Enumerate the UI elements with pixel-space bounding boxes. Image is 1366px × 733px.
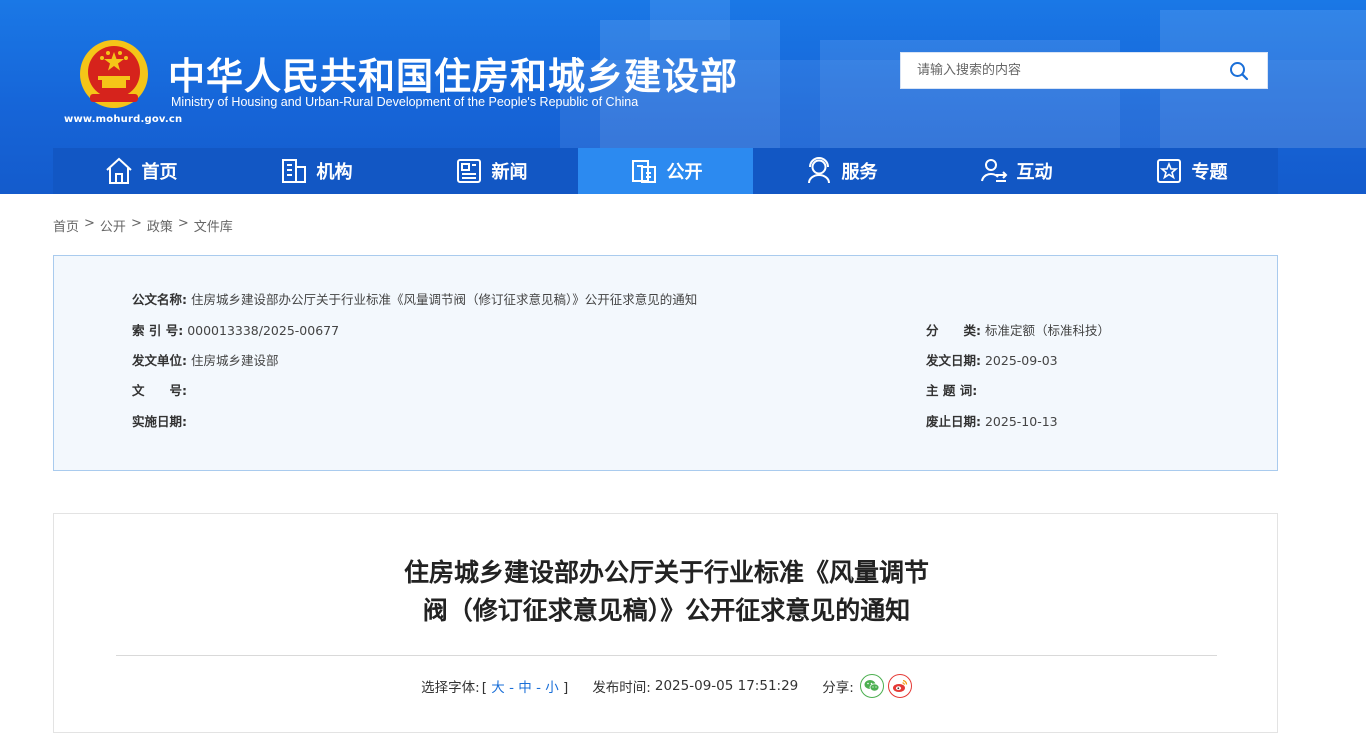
- category-value: 标准定额（标准科技）: [984, 323, 1110, 338]
- document-info-panel: 公文名称: 住房城乡建设部办公厅关于行业标准《风量调节阀（修订征求意见稿）》公开…: [53, 255, 1278, 471]
- disclosure-icon: [631, 160, 656, 183]
- category-label: 分 类:: [926, 323, 981, 338]
- doc-name-row: 公文名称: 住房城乡建设部办公厅关于行业标准《风量调节阀（修订征求意见稿）》公开…: [132, 289, 697, 308]
- article-container: 住房城乡建设部办公厅关于行业标准《风量调节 阀（修订征求意见稿）》公开征求意见的…: [53, 513, 1278, 733]
- font-size-label: 选择字体:: [421, 680, 480, 696]
- index-row: 索 引 号: 000013338/2025-00677: [132, 320, 339, 339]
- issue-date-label: 发文日期:: [926, 353, 981, 368]
- breadcrumb-separator: >: [84, 216, 95, 231]
- breadcrumb: 首页 > 公开 > 政策 > 文件库: [53, 216, 233, 235]
- keywords-label: 主 题 词:: [926, 383, 978, 398]
- nav-item-news[interactable]: 新闻: [403, 148, 578, 194]
- share-section: 分享:: [822, 674, 912, 698]
- doc-name-value: 住房城乡建设部办公厅关于行业标准《风量调节阀（修订征求意见稿）》公开征求意见的通…: [190, 292, 698, 307]
- site-url: www.mohurd.gov.cn: [64, 114, 183, 125]
- font-large-button[interactable]: 大: [491, 680, 505, 696]
- news-icon: [456, 159, 481, 183]
- nav-item-label: 服务: [841, 162, 878, 183]
- font-small-button[interactable]: 小: [545, 680, 559, 696]
- article-title-line: 住房城乡建设部办公厅关于行业标准《风量调节: [403, 558, 929, 587]
- home-icon: [105, 157, 132, 184]
- issue-date-value: 2025-09-03: [984, 353, 1058, 368]
- issuer-row: 发文单位: 住房城乡建设部: [132, 350, 279, 369]
- doc-no-row: 文 号:: [132, 380, 187, 399]
- article-title-line: 阀（修订征求意见稿）》公开征求意见的通知: [422, 596, 911, 625]
- site-title: 中华人民共和国住房和城乡建设部: [168, 55, 738, 98]
- breadcrumb-library[interactable]: 文件库: [194, 216, 233, 235]
- nav-item-label: 机构: [316, 162, 353, 183]
- doc-no-label: 文 号:: [132, 383, 187, 398]
- keywords-row: 主 题 词:: [926, 380, 977, 399]
- search-input[interactable]: [901, 53, 1221, 88]
- building-icon: [281, 159, 306, 183]
- nav-item-label: 公开: [666, 162, 703, 183]
- font-size-control: [ 大 - 中 - 小 ]: [482, 676, 569, 696]
- effective-label: 实施日期:: [132, 414, 187, 429]
- effective-row: 实施日期:: [132, 411, 187, 430]
- nav-item-disclosure[interactable]: 公开: [578, 148, 753, 194]
- expire-label: 废止日期:: [926, 414, 981, 429]
- main-nav: 首页 机构 新闻 公开 服务 互动 专题: [53, 148, 1278, 194]
- category-row: 分 类: 标准定额（标准科技）: [926, 320, 1110, 339]
- nav-item-topic[interactable]: 专题: [1103, 148, 1278, 194]
- interaction-icon: [980, 159, 1007, 182]
- expire-row: 废止日期: 2025-10-13: [926, 411, 1058, 430]
- nav-item-organization[interactable]: 机构: [228, 148, 403, 194]
- breadcrumb-separator: >: [177, 216, 189, 231]
- breadcrumb-policy[interactable]: 政策: [147, 216, 173, 235]
- nav-item-label: 首页: [141, 162, 178, 183]
- nav-item-service[interactable]: 服务: [753, 148, 928, 194]
- breadcrumb-separator: >: [130, 216, 142, 231]
- weibo-icon[interactable]: [887, 674, 912, 698]
- breadcrumb-disclosure[interactable]: 公开: [100, 216, 126, 235]
- national-emblem-icon: [80, 40, 148, 108]
- font-separator: -: [536, 680, 546, 696]
- publish-time: 2025-09-05 17:51:29: [654, 678, 799, 694]
- share-label: 分享:: [822, 680, 854, 696]
- article-divider: [116, 655, 1217, 656]
- doc-name-label: 公文名称:: [132, 292, 187, 307]
- nav-item-label: 专题: [1191, 162, 1228, 183]
- index-label: 索 引 号:: [132, 323, 184, 338]
- site-subtitle: Ministry of Housing and Urban-Rural Deve…: [171, 95, 639, 109]
- nav-item-interaction[interactable]: 互动: [928, 148, 1103, 194]
- nav-item-home[interactable]: 首页: [53, 148, 228, 194]
- search-icon[interactable]: [1229, 61, 1249, 81]
- index-value: 000013338/2025-00677: [187, 323, 340, 338]
- wechat-icon[interactable]: [859, 674, 884, 698]
- site-header: www.mohurd.gov.cn 中华人民共和国住房和城乡建设部 Minist…: [0, 0, 1366, 194]
- issuer-label: 发文单位:: [132, 353, 187, 368]
- font-medium-button[interactable]: 中: [518, 680, 532, 696]
- issuer-value: 住房城乡建设部: [190, 353, 279, 368]
- article-meta: 选择字体: [ 大 - 中 - 小 ] 发布时间: 2025-09-05 17:…: [54, 674, 1279, 698]
- font-separator: -: [509, 680, 519, 696]
- publish-label: 发布时间:: [592, 680, 651, 696]
- topic-icon: [1156, 159, 1181, 183]
- nav-item-label: 新闻: [491, 162, 528, 183]
- issue-date-row: 发文日期: 2025-09-03: [926, 350, 1058, 369]
- expire-value: 2025-10-13: [984, 414, 1058, 429]
- service-icon: [807, 157, 830, 184]
- bracket: ]: [563, 680, 569, 696]
- search-box: [900, 52, 1268, 89]
- breadcrumb-home[interactable]: 首页: [53, 216, 79, 235]
- nav-item-label: 互动: [1016, 162, 1053, 183]
- bracket: [: [481, 680, 487, 696]
- article-title: 住房城乡建设部办公厅关于行业标准《风量调节 阀（修订征求意见稿）》公开征求意见的…: [54, 554, 1279, 630]
